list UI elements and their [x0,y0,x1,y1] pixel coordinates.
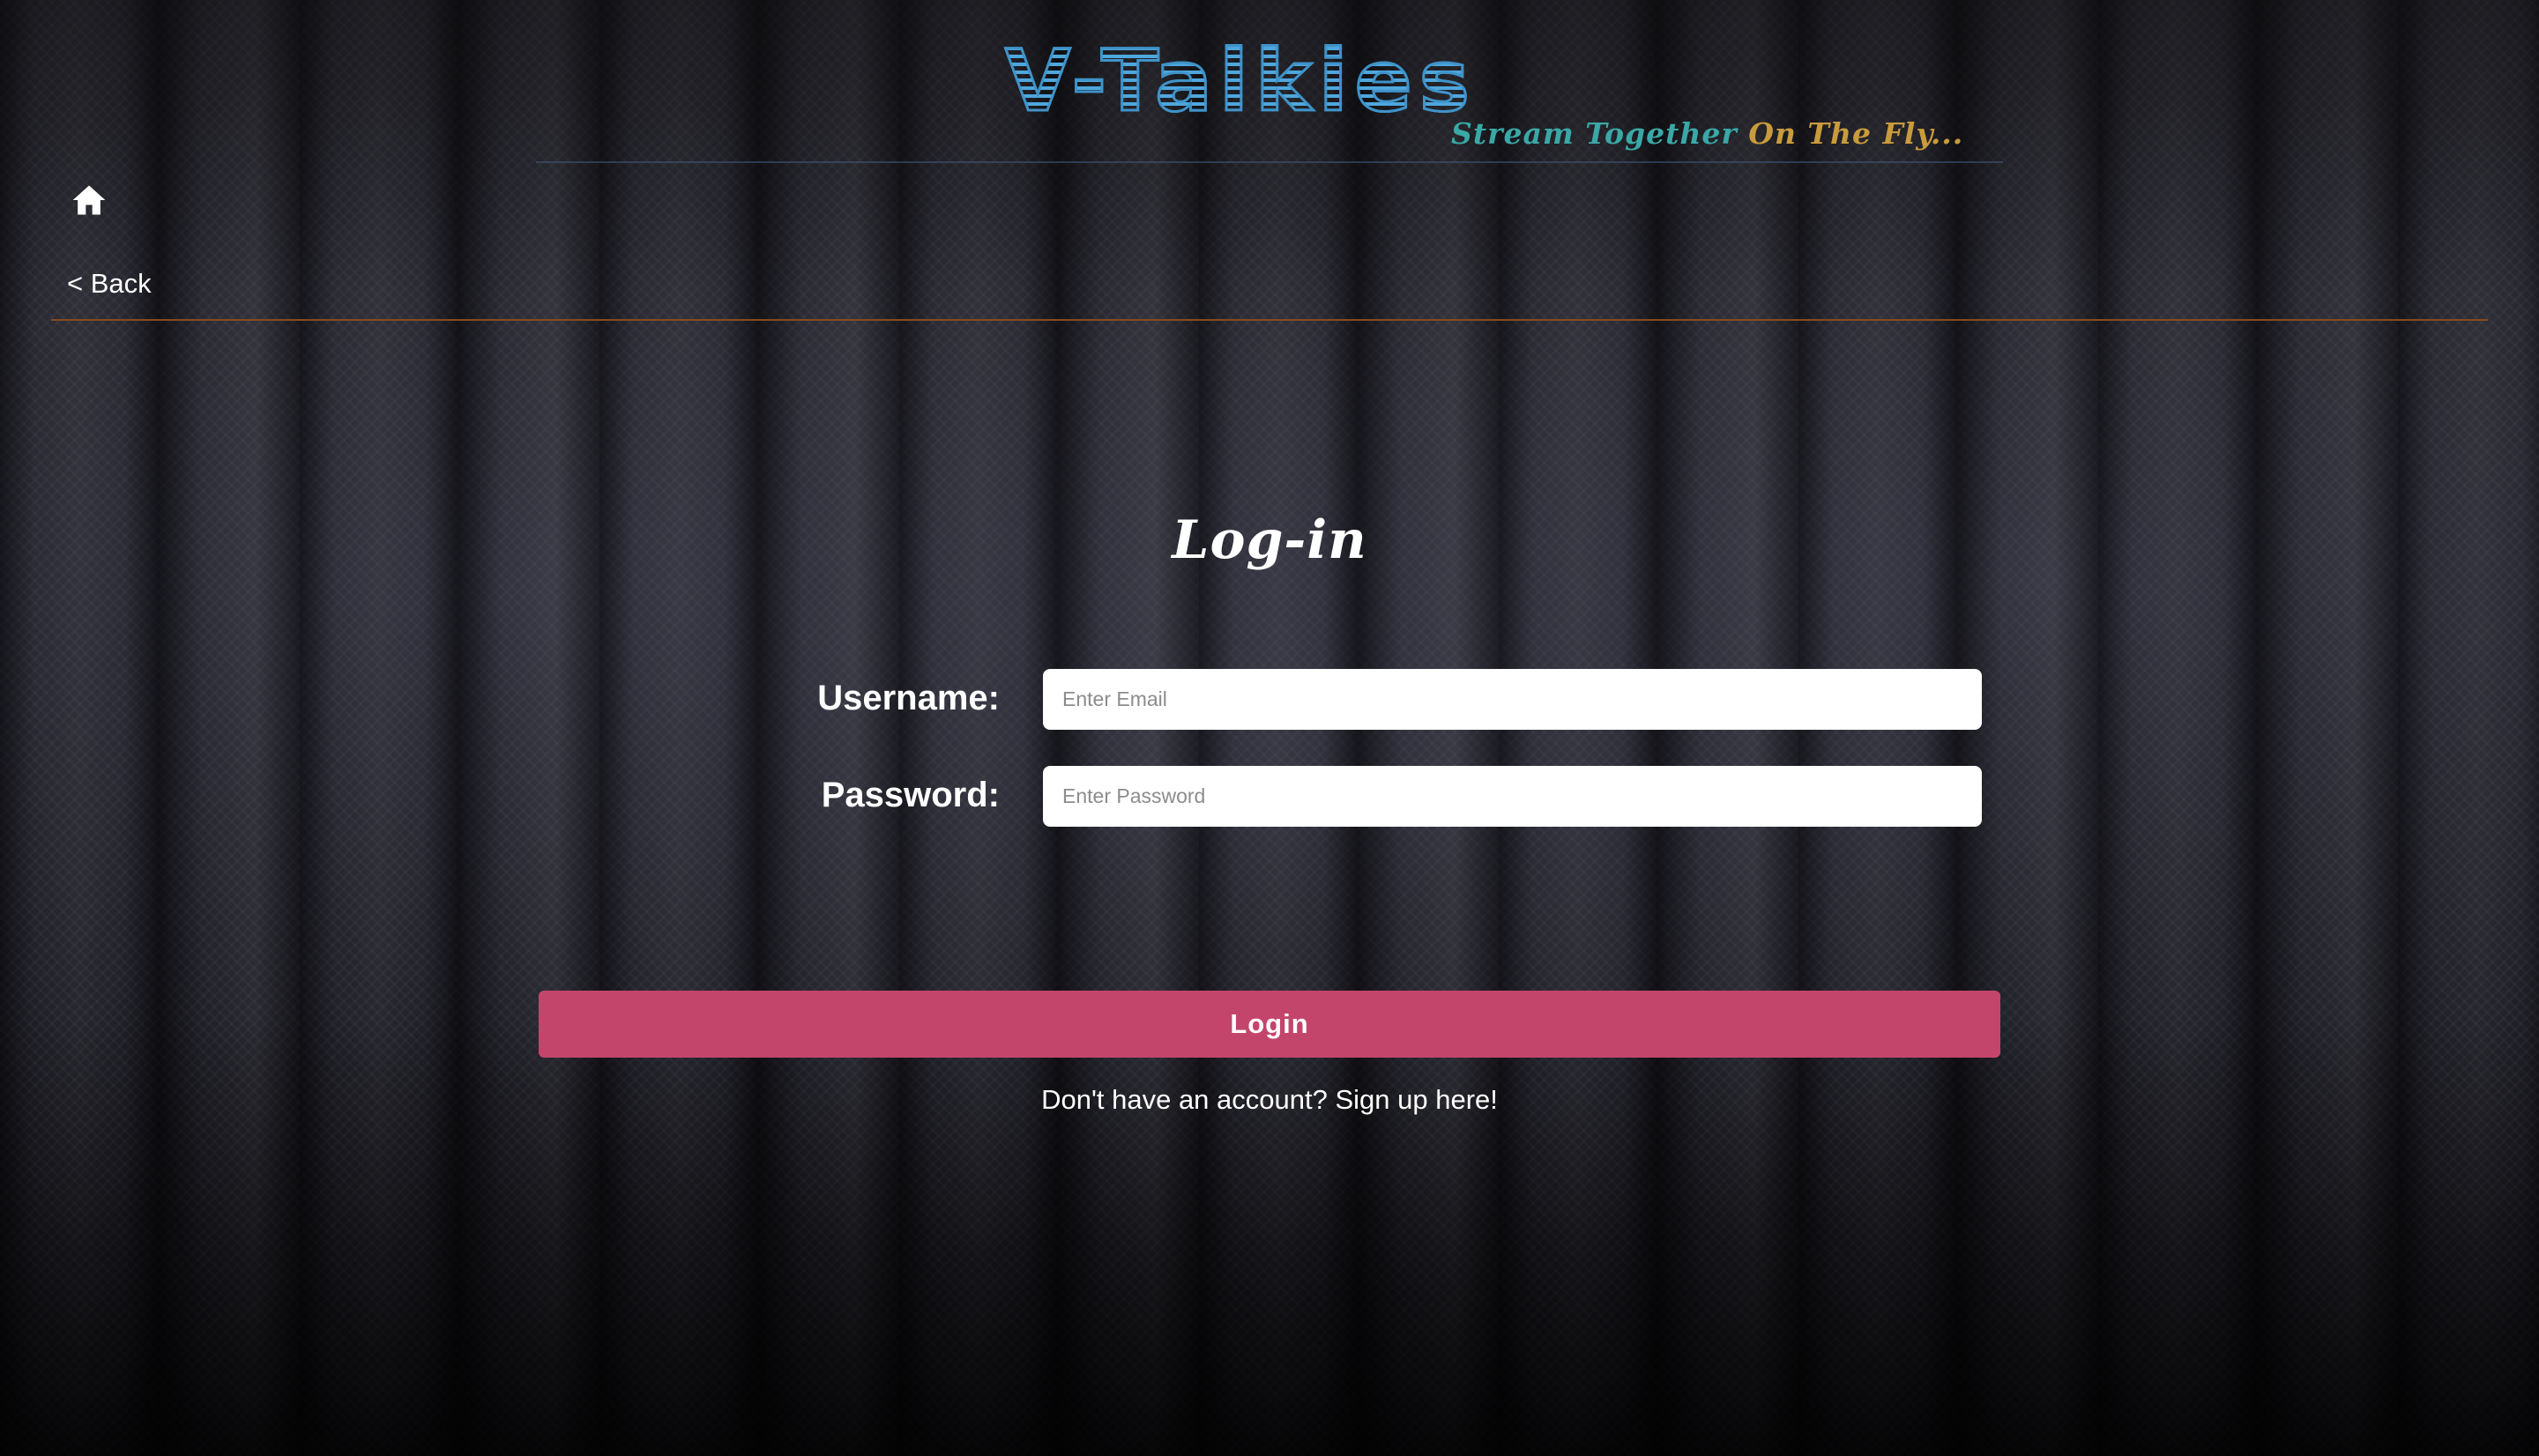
username-label: Username: [817,679,1000,717]
back-link[interactable]: < Back [67,268,152,300]
email-field[interactable] [1043,669,1982,730]
tagline-part-2: On The Fly... [1748,116,1964,151]
password-label: Password: [821,776,1000,814]
login-button[interactable]: Login [539,991,2000,1058]
app-logo: V-Talkies [1004,32,1477,130]
tagline-part-1: Stream Together [1451,116,1749,151]
tagline: Stream Together On The Fly... [1451,116,1963,151]
home-icon[interactable] [69,181,109,219]
page-title: Log-in [1172,509,1367,571]
nav-divider [51,319,2488,321]
password-field[interactable] [1043,766,1982,827]
signup-link[interactable]: Don't have an account? Sign up here! [0,1084,2539,1116]
header-divider [536,161,2003,163]
